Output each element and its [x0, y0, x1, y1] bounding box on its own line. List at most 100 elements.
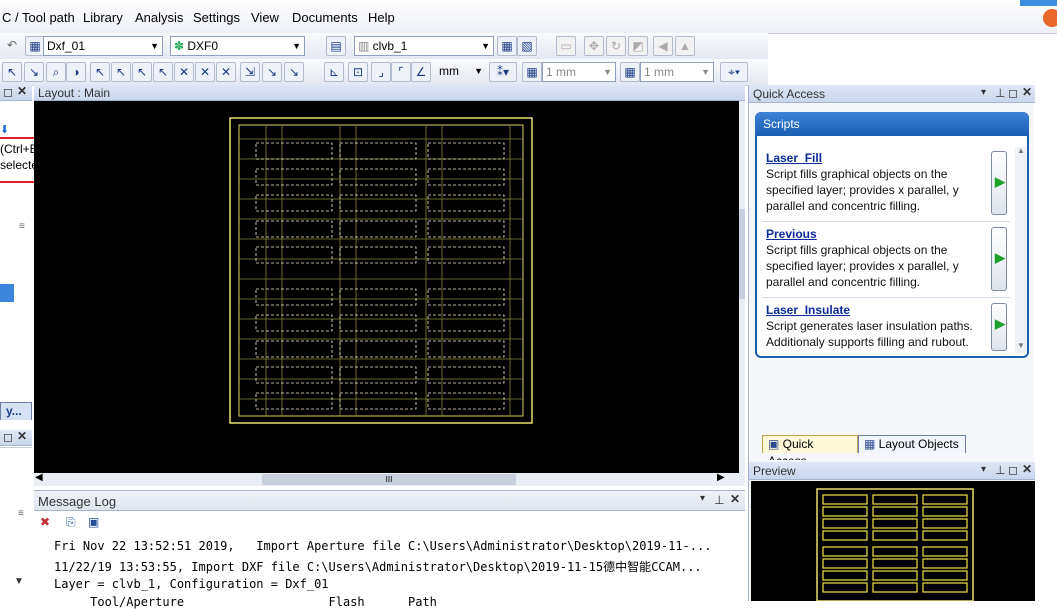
unit-select[interactable]: mm ▼: [436, 62, 486, 82]
layout-hscroll-thumb[interactable]: III: [262, 474, 516, 485]
configuration-select[interactable]: Dxf_01 ▼: [43, 36, 163, 56]
script-name[interactable]: Previous: [766, 227, 817, 241]
menu-view[interactable]: View: [251, 10, 279, 25]
route-tool-3-icon[interactable]: ↘: [284, 62, 304, 82]
left-panel-tab[interactable]: y...: [0, 402, 32, 420]
pointer-icon[interactable]: ↘: [24, 62, 44, 82]
scroll-down-icon[interactable]: ▼: [1017, 341, 1025, 350]
play-icon: ▶: [995, 250, 1005, 265]
panel-menu-icon[interactable]: ▾: [981, 464, 986, 475]
preview-block: [822, 506, 868, 517]
preview-canvas[interactable]: [751, 481, 1035, 602]
pcb-block: [339, 220, 417, 238]
menu-documents[interactable]: Documents: [292, 10, 358, 25]
splitter-grip-icon[interactable]: ≡: [19, 221, 25, 232]
pin-icon[interactable]: ⊥: [995, 463, 1005, 477]
restore-icon[interactable]: ◻: [1008, 86, 1018, 100]
script-card-laser-insulate[interactable]: Laser_Insulate Script generates laser in…: [762, 301, 1010, 355]
run-script-button[interactable]: ▶: [991, 303, 1007, 351]
precision-icon[interactable]: ⁑▾: [489, 62, 517, 82]
menu-analysis[interactable]: Analysis: [135, 10, 183, 25]
scripts-header[interactable]: Scripts: [755, 112, 1029, 136]
scroll-right-icon[interactable]: ▶: [717, 472, 725, 483]
close-icon[interactable]: ✕: [17, 429, 27, 443]
route-tool-1-icon[interactable]: ⇲: [240, 62, 260, 82]
selected-job-row[interactable]: [0, 284, 14, 302]
save-log-icon[interactable]: ▣: [88, 515, 104, 531]
close-icon[interactable]: ✕: [17, 84, 27, 98]
pcb-block: [339, 142, 417, 160]
menu-library[interactable]: Library: [83, 10, 123, 25]
layers-icon[interactable]: ▤: [326, 36, 346, 56]
snap-angle-icon[interactable]: ∠: [411, 62, 431, 82]
preview-panel: Preview ▾ ⊥ ◻ ✕: [748, 460, 1035, 602]
scripts-scrollbar[interactable]: ▲ ▼: [1015, 146, 1027, 353]
scroll-up-icon[interactable]: ▲: [1017, 146, 1025, 155]
pcb-block: [339, 246, 417, 264]
preview-drawing: [816, 488, 974, 602]
menu-settings[interactable]: Settings: [193, 10, 240, 25]
grid-x-select[interactable]: 1 mm ▼: [542, 62, 616, 82]
script-card-previous[interactable]: Previous Script fills graphical objects …: [762, 225, 1010, 298]
menu-help[interactable]: Help: [368, 10, 395, 25]
circle-select-icon[interactable]: ◑: [66, 62, 86, 82]
layout-vscroll[interactable]: [739, 101, 745, 473]
snap-mid-icon[interactable]: ⌜: [391, 62, 411, 82]
clear-log-icon[interactable]: ✖: [40, 515, 56, 531]
preview-block: [872, 506, 918, 517]
close-icon[interactable]: ✕: [1022, 85, 1032, 99]
preview-block: [922, 494, 968, 505]
scroll-down-icon[interactable]: ▼: [14, 576, 24, 587]
edit-tool-1-icon[interactable]: ↖: [90, 62, 110, 82]
configuration-value: Dxf_01: [47, 39, 86, 53]
layer-select[interactable]: ▥ clvb_1 ▼: [354, 36, 494, 56]
tab-layout-objects[interactable]: ▦ Layout Objects: [858, 435, 966, 453]
restore-icon[interactable]: ◻: [1008, 463, 1018, 477]
route-tool-2-icon[interactable]: ↘: [262, 62, 282, 82]
script-name[interactable]: Laser_Fill: [766, 151, 822, 165]
left-lower-list[interactable]: ≡ ▼: [0, 447, 32, 601]
edit-tool-6-icon[interactable]: ✕: [195, 62, 215, 82]
snap-corner-icon[interactable]: ⊡: [348, 62, 368, 82]
edit-tool-4-icon[interactable]: ↖: [153, 62, 173, 82]
zoom-icon[interactable]: ⌕: [46, 62, 66, 82]
restore-icon[interactable]: ◻: [3, 85, 13, 99]
restore-icon[interactable]: ◻: [3, 430, 13, 444]
script-name[interactable]: Laser_Insulate: [766, 303, 850, 317]
tab-quick-access[interactable]: ▣ Quick Access: [762, 435, 858, 468]
layer-properties-icon[interactable]: ▦: [497, 36, 517, 56]
layer-manager-icon[interactable]: ▧: [517, 36, 537, 56]
pin-icon[interactable]: ⊥: [995, 86, 1005, 100]
panel-menu-icon[interactable]: ▾: [700, 493, 705, 504]
scroll-left-icon[interactable]: ◀: [35, 472, 43, 483]
select-icon[interactable]: ↖: [2, 62, 22, 82]
script-description: Script fills graphical objects on the sp…: [766, 243, 959, 289]
play-icon: ▶: [995, 316, 1005, 331]
layout-header: Layout : Main: [34, 85, 745, 101]
script-card-laser-fill[interactable]: Laser_Fill Script fills graphical object…: [762, 149, 1010, 222]
edit-tool-5-icon[interactable]: ✕: [174, 62, 194, 82]
menu-toolpath[interactable]: C / Tool path: [2, 10, 75, 25]
edit-tool-7-icon[interactable]: ✕: [216, 62, 236, 82]
close-icon[interactable]: ✕: [1022, 462, 1032, 476]
grid-options-icon[interactable]: ⌖▾: [720, 62, 748, 82]
run-script-button[interactable]: ▶: [991, 227, 1007, 291]
run-script-button[interactable]: ▶: [991, 151, 1007, 215]
grid-y-select[interactable]: 1 mm ▼: [640, 62, 714, 82]
edit-tool-2-icon[interactable]: ↖: [111, 62, 131, 82]
pcb-block: [255, 142, 333, 160]
layout-hscroll[interactable]: ◀ III ▶: [34, 472, 745, 486]
layout-vscroll-thumb[interactable]: [739, 209, 745, 299]
copy-log-icon[interactable]: ⎘: [66, 515, 82, 531]
snap-end-icon[interactable]: ⌟: [371, 62, 391, 82]
panel-menu-icon[interactable]: ▾: [981, 87, 986, 98]
configuration-icon: ▦: [25, 36, 45, 56]
snap-grid-icon[interactable]: ⊾: [324, 62, 344, 82]
close-icon[interactable]: ✕: [730, 492, 740, 506]
back-icon[interactable]: ↶: [2, 36, 22, 56]
layer-set-select[interactable]: ✽ DXF0 ▼: [170, 36, 305, 56]
splitter-grip-icon[interactable]: ≡: [18, 508, 24, 519]
edit-tool-3-icon[interactable]: ↖: [132, 62, 152, 82]
layout-canvas[interactable]: [34, 101, 739, 473]
pin-icon[interactable]: ⊥: [714, 493, 724, 507]
